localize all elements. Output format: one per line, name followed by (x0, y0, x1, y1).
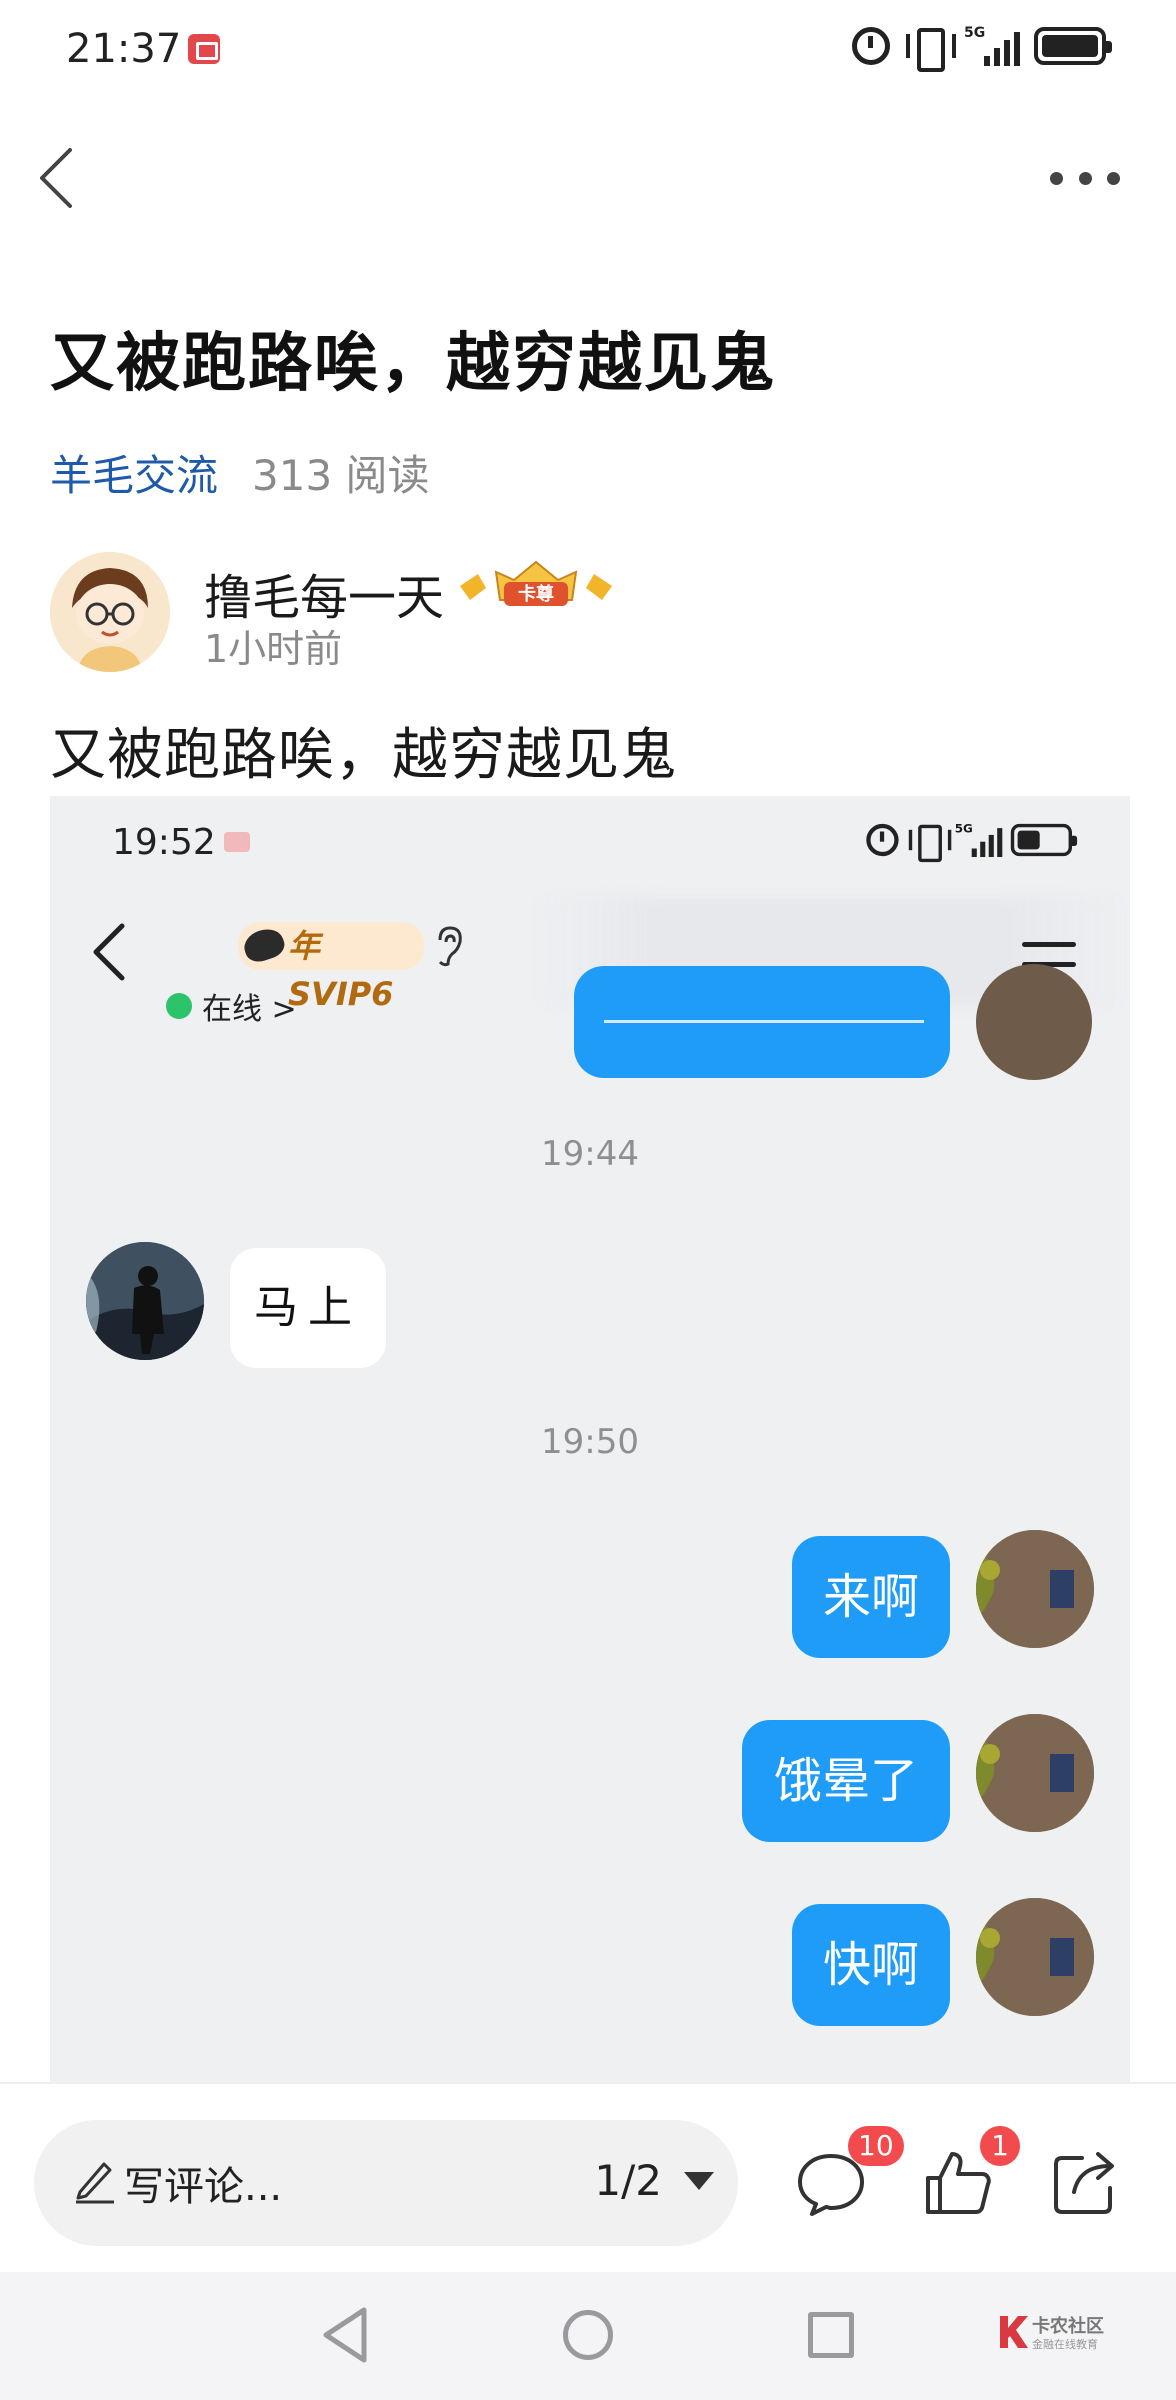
status-bar: 21:37 5G (0, 0, 1176, 100)
comment-count-badge: 10 (848, 2126, 904, 2166)
embedded-signal-icon: 5G (955, 823, 1003, 857)
author-row: 撸毛每一天 卡尊 1小时前 (50, 552, 1126, 678)
post-time: 1小时前 (204, 627, 343, 671)
chat-timestamp: 19:44 (541, 1134, 639, 1174)
share-icon[interactable] (1048, 2146, 1122, 2220)
signal-icon: 5G (964, 26, 1020, 66)
post-meta: 羊毛交流 313 阅读 (50, 442, 430, 503)
sent-message: 快啊 (792, 1904, 950, 2026)
embedded-status-time: 19:52 (112, 822, 216, 863)
system-back-icon[interactable] (318, 2304, 372, 2366)
comment-placeholder: 写评论... (124, 2164, 283, 2210)
pencil-icon (76, 2162, 114, 2204)
sent-message: 饿晕了 (742, 1720, 950, 1842)
my-avatar (976, 1898, 1094, 2016)
comment-input[interactable]: 写评论... 1/2 (34, 2120, 738, 2246)
embedded-battery-icon (1010, 823, 1078, 857)
bottom-action-bar: 写评论... 1/2 10 1 (0, 2082, 1176, 2272)
status-time: 21:37 (66, 26, 182, 72)
battery-icon (1034, 27, 1112, 65)
chat-back-icon (93, 923, 125, 981)
my-avatar (976, 1714, 1094, 1832)
cut-off-sent-bubble (574, 966, 950, 1078)
more-options-icon[interactable] (1050, 160, 1120, 196)
sent-message: 来啊 (792, 1536, 950, 1658)
system-navigation-bar: 卡农社区 金融在线教育 (0, 2272, 1176, 2400)
system-home-icon[interactable] (563, 2310, 613, 2360)
ear-icon (438, 926, 462, 967)
watermark-logo: 卡农社区 金融在线教育 (996, 2312, 1126, 2362)
contact-avatar (86, 1242, 204, 1360)
cut-off-avatar (976, 964, 1092, 1080)
watermark-k-icon (1000, 2316, 1028, 2348)
watermark-name: 卡农社区 (1032, 2316, 1104, 2337)
watermark-sub: 金融在线教育 (1032, 2338, 1098, 2351)
system-recents-icon[interactable] (808, 2312, 854, 2358)
post-title: 又被跑路唉，越穷越见鬼 (50, 327, 776, 401)
page-indicator[interactable]: 1/2 (594, 2156, 662, 2205)
category-link[interactable]: 羊毛交流 (50, 442, 218, 503)
embedded-notification-icon (224, 832, 250, 852)
alarm-icon (852, 27, 890, 65)
vip-badge-label: 卡尊 (518, 583, 554, 605)
status-icons: 5G (852, 26, 1112, 72)
received-message: 马上 (230, 1248, 386, 1368)
embedded-vibrate-icon (907, 823, 952, 863)
embedded-alarm-icon (866, 823, 899, 857)
svip-tag: 年SVIP6 (238, 922, 424, 1013)
online-status: 在线 > (166, 984, 297, 1028)
notification-app-icon (188, 34, 220, 64)
online-status-label: 在线 > (202, 992, 297, 1027)
post-body: 又被跑路唉，越穷越见鬼 (50, 723, 677, 788)
author-avatar[interactable] (50, 552, 170, 672)
embedded-status-icons: 5G (866, 823, 1078, 863)
vip-crown-badge: 卡尊 (460, 560, 612, 606)
chat-timestamp: 19:50 (541, 1422, 639, 1462)
back-arrow-icon[interactable] (34, 146, 78, 210)
vibrate-icon (904, 26, 956, 72)
like-count-badge: 1 (980, 2126, 1020, 2166)
my-avatar (976, 1530, 1094, 1648)
post-image[interactable]: 19:52 5G 年SVIP6 在线 > 19:44 马上 19:50 来啊 饿… (50, 796, 1130, 2082)
page-dropdown-caret-icon[interactable] (684, 2172, 714, 2190)
read-count: 313 阅读 (252, 451, 430, 500)
online-dot-icon (166, 993, 192, 1019)
